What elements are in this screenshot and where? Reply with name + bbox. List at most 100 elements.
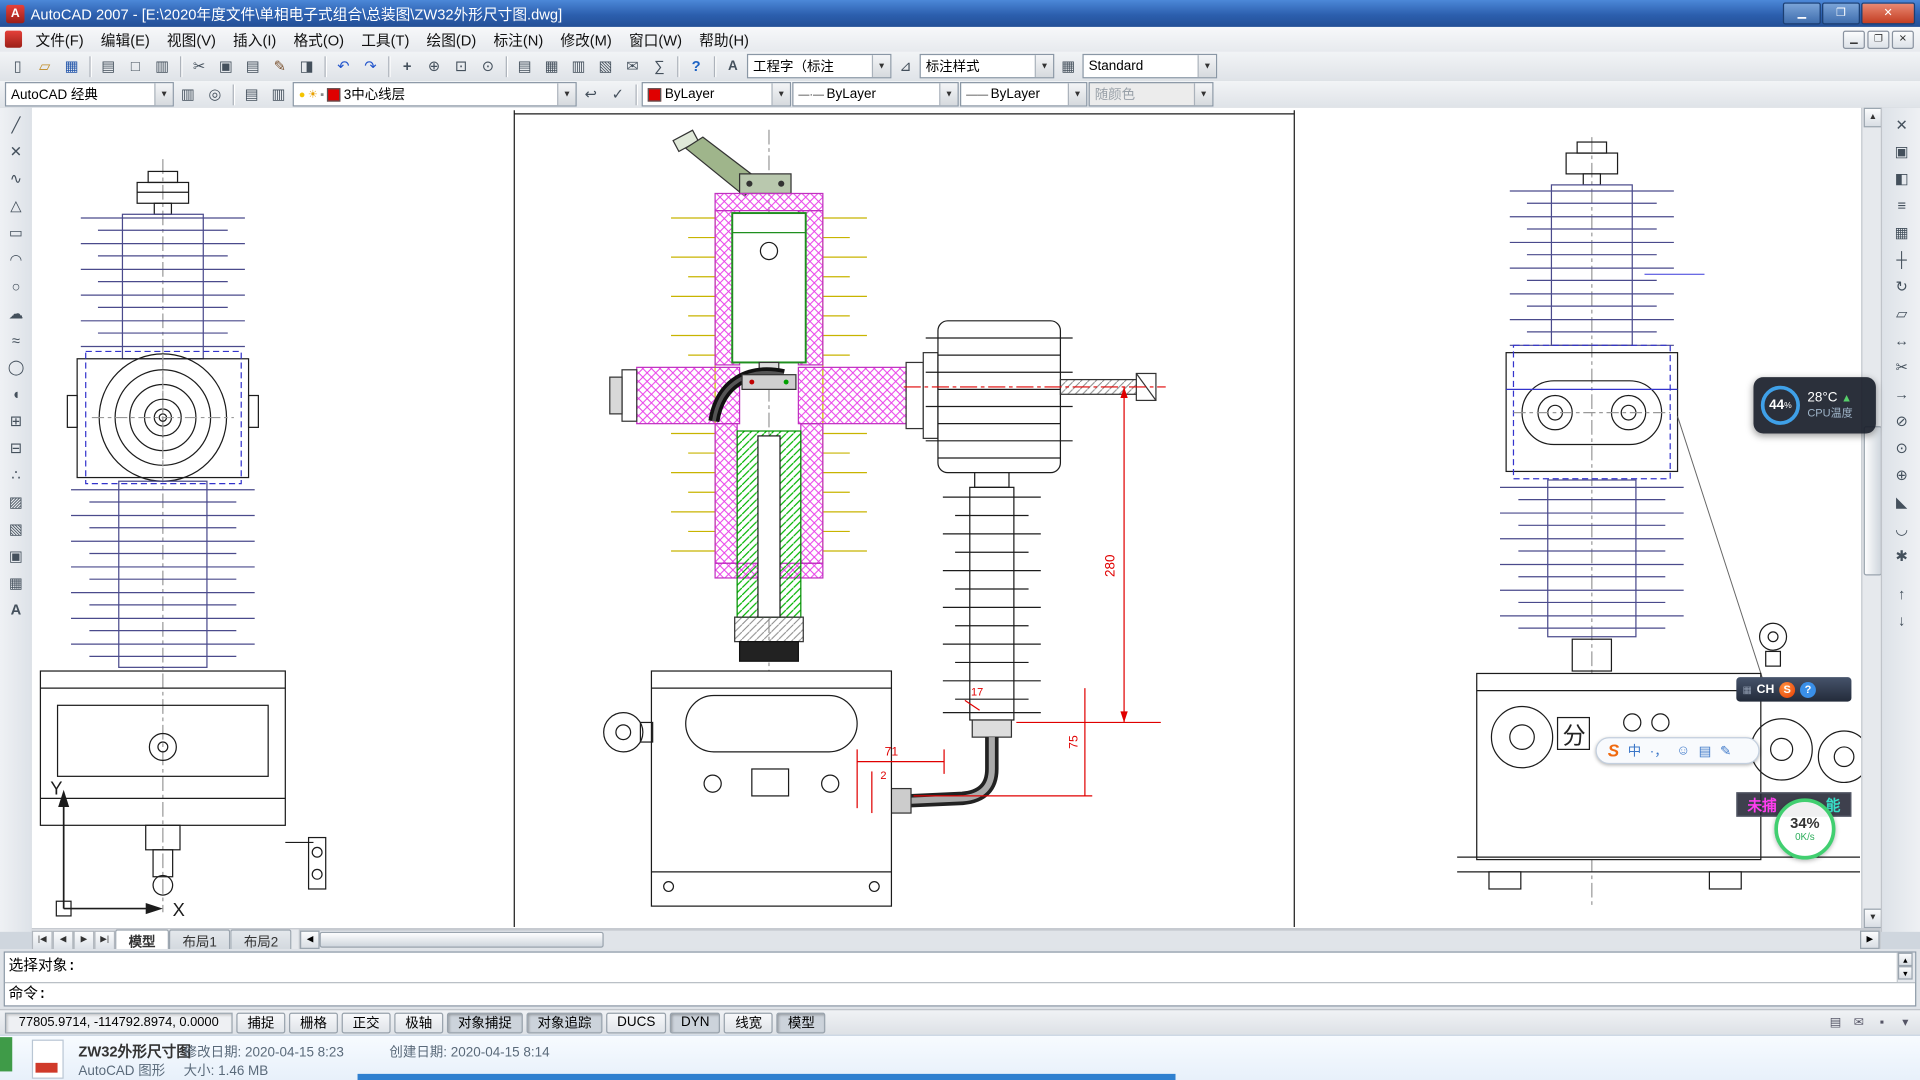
menu-draw[interactable]: 绘图(D) [418,26,485,52]
join-icon[interactable]: ⊕ [1889,462,1915,488]
plot-preview-icon[interactable]: □ [122,53,148,79]
emoji-icon[interactable]: ☺ [1676,743,1690,758]
point-icon[interactable]: ∴ [3,462,29,488]
break-icon[interactable]: ⊙ [1889,435,1915,461]
table-style-icon[interactable]: ▦ [1056,53,1082,79]
menu-insert[interactable]: 插入(I) [224,26,284,52]
copy-object-icon[interactable]: ▣ [1889,138,1915,164]
dim-style-combo[interactable]: 标注样式 ▼ [920,54,1055,78]
horizontal-scroll-thumb[interactable] [320,932,604,948]
erase-icon[interactable]: ✕ [1889,111,1915,137]
scale-icon[interactable]: ▱ [1889,300,1915,326]
rotate-icon[interactable]: ↻ [1889,273,1915,299]
array-icon[interactable]: ▦ [1889,219,1915,245]
markup-icon[interactable]: ✉ [620,53,646,79]
workspace-save-icon[interactable]: ▥ [175,81,201,107]
new-file-icon[interactable]: ▯ [5,53,31,79]
linetype-combo[interactable]: —·— ByLayer ▼ [792,82,959,106]
designcenter-icon[interactable]: ▦ [539,53,565,79]
chevron-down-icon[interactable]: ▼ [872,55,890,77]
sogou-icon[interactable]: S [1779,681,1795,697]
insert-block-icon[interactable]: ⊞ [3,408,29,434]
toggle-grid[interactable]: 栅格 [289,1012,338,1033]
ellipse-arc-icon[interactable]: ◖ [3,381,29,407]
stretch-icon[interactable]: ↔ [1889,327,1915,353]
workspace-combo[interactable]: AutoCAD 经典 ▼ [5,82,174,106]
toggle-osnap[interactable]: 对象捕捉 [447,1012,523,1033]
arc-icon[interactable]: ◠ [3,246,29,272]
chinese-mode-icon[interactable]: 中 [1628,741,1641,761]
open-icon[interactable]: ▱ [32,53,58,79]
draworder-back-icon[interactable]: ↓ [1889,607,1915,633]
break-at-point-icon[interactable]: ⊘ [1889,408,1915,434]
command-window[interactable]: 选择对象: 命令: ▲ ▼ [0,949,1920,1009]
tab-model[interactable]: 模型 [115,929,169,950]
quickcalc-icon[interactable]: ∑ [647,53,673,79]
scroll-down-icon[interactable]: ▼ [1898,966,1913,979]
punctuation-icon[interactable]: ·， [1650,741,1668,761]
color-combo[interactable]: ByLayer ▼ [642,82,791,106]
circle-icon[interactable]: ○ [3,273,29,299]
toggle-dyn[interactable]: DYN [670,1012,720,1033]
drawing-canvas[interactable]: Y X [32,108,1861,928]
region-icon[interactable]: ▣ [3,542,29,568]
gradient-icon[interactable]: ▧ [3,516,29,542]
minimize-button[interactable]: ▁ [1783,2,1821,24]
fillet-icon[interactable]: ◡ [1889,516,1915,542]
command-prompt-line[interactable]: 命令: [9,982,47,1003]
dwg-document-icon[interactable] [5,31,22,48]
match-properties-icon[interactable]: ✎ [267,53,293,79]
table-icon[interactable]: ▦ [3,569,29,595]
save-icon[interactable]: ▦ [59,53,85,79]
draworder-front-icon[interactable]: ↑ [1889,580,1915,606]
mtext-icon[interactable]: A [3,596,29,622]
plot-icon[interactable]: ▤ [96,53,122,79]
chevron-down-icon[interactable]: ▼ [1068,83,1086,105]
undo-icon[interactable]: ↶ [331,53,357,79]
pan-icon[interactable]: + [394,53,420,79]
scroll-left-icon[interactable]: ◀ [300,931,320,949]
line-icon[interactable]: ╱ [3,111,29,137]
construction-line-icon[interactable]: ✕ [3,138,29,164]
first-layout-button[interactable]: |◀ [32,931,53,951]
explode-icon[interactable]: ✱ [1889,542,1915,568]
dim-style-manager-icon[interactable]: ⊿ [893,53,919,79]
menu-format[interactable]: 格式(O) [285,26,353,52]
make-block-icon[interactable]: ⊟ [3,435,29,461]
ime-help-icon[interactable]: ? [1800,681,1816,697]
cpu-monitor-widget[interactable]: 44% 28°C ▲ CPU温度 [1753,377,1875,433]
lineweight-combo[interactable]: —— ByLayer ▼ [960,82,1087,106]
publish-icon[interactable]: ▥ [149,53,175,79]
layer-on-bulb-icon[interactable]: ● [299,88,306,100]
child-restore-button[interactable]: ❐ [1867,30,1889,48]
scroll-down-icon[interactable]: ▼ [1864,909,1882,929]
chevron-down-icon[interactable]: ▼ [154,83,172,105]
next-layout-button[interactable]: ▶ [73,931,94,951]
text-style-manager-icon[interactable]: A [720,53,746,79]
copy-icon[interactable]: ▣ [213,53,239,79]
menu-view[interactable]: 视图(V) [158,26,224,52]
ellipse-icon[interactable]: ◯ [3,354,29,380]
paste-icon[interactable]: ▤ [240,53,266,79]
communication-center-icon[interactable]: ✉ [1849,1013,1869,1031]
toggle-lineweight[interactable]: 线宽 [724,1012,773,1033]
chamfer-icon[interactable]: ◣ [1889,489,1915,515]
network-speed-widget[interactable]: 34% 0K/s [1774,798,1835,859]
menu-modify[interactable]: 修改(M) [552,26,621,52]
menu-tools[interactable]: 工具(T) [353,26,418,52]
tab-layout1[interactable]: 布局1 [169,929,230,950]
toggle-model-space[interactable]: 模型 [777,1012,826,1033]
hatch-icon[interactable]: ▨ [3,489,29,515]
keyboard-icon[interactable]: ▤ [1699,743,1712,759]
extend-icon[interactable]: → [1889,381,1915,407]
toggle-polar[interactable]: 极轴 [394,1012,443,1033]
maximize-button[interactable]: ❐ [1822,2,1860,24]
block-editor-icon[interactable]: ◨ [294,53,320,79]
polygon-icon[interactable]: △ [3,192,29,218]
sogou-toolbar[interactable]: S 中 ·， ☺ ▤ ✎ [1596,737,1760,764]
child-close-button[interactable]: ✕ [1892,30,1914,48]
text-style-combo[interactable]: 工程字（标注 ▼ [747,54,891,78]
offset-icon[interactable]: ≡ [1889,192,1915,218]
chevron-down-icon[interactable]: ▼ [1035,55,1053,77]
chevron-down-icon[interactable]: ▼ [771,83,789,105]
